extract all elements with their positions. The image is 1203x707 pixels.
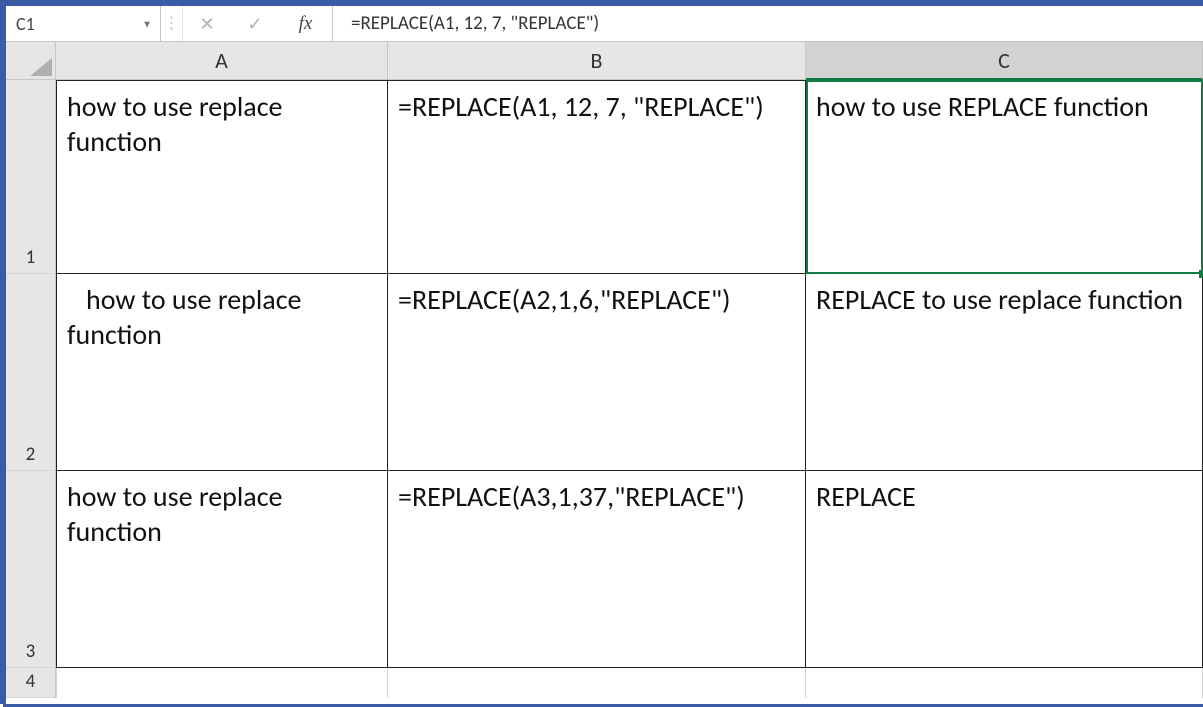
cell-B4[interactable] <box>388 668 806 698</box>
cell-value: how to use replace function <box>67 479 377 549</box>
column-header-label: C <box>998 47 1010 74</box>
column-header-C[interactable]: C <box>806 42 1203 80</box>
table-row: how to use replace function =REPLACE(A1,… <box>56 80 1203 274</box>
enter-button[interactable]: ✓ <box>231 6 279 41</box>
formula-input[interactable]: =REPLACE(A1, 12, 7, "REPLACE") <box>333 6 1203 41</box>
cell-B1[interactable]: =REPLACE(A1, 12, 7, "REPLACE") <box>388 80 806 274</box>
column-headers: A B C <box>56 42 1203 80</box>
column-header-label: B <box>591 47 603 74</box>
name-box-dropdown-icon[interactable]: ▼ <box>142 17 152 30</box>
cell-A2[interactable]: how to use replace function <box>56 274 388 471</box>
cell-value: how to use replace function <box>67 282 377 352</box>
cell-B3[interactable]: =REPLACE(A3,1,37,"REPLACE") <box>388 471 806 668</box>
cancel-icon: ✕ <box>199 13 214 35</box>
row-headers: 1 2 3 4 <box>6 80 56 698</box>
cell-C2[interactable]: REPLACE to use replace function <box>806 274 1203 471</box>
column-header-A[interactable]: A <box>56 42 388 80</box>
cell-value: how to use REPLACE function <box>816 89 1149 124</box>
formula-bar: C1 ▼ ⋮ ✕ ✓ fx =REPLACE(A1, 12, 7, "REPLA… <box>6 6 1203 42</box>
row-header-label: 4 <box>26 670 36 693</box>
formula-input-value: =REPLACE(A1, 12, 7, "REPLACE") <box>351 12 599 35</box>
cell-value: =REPLACE(A3,1,37,"REPLACE") <box>398 479 745 514</box>
cell-C3[interactable]: REPLACE <box>806 471 1203 668</box>
name-box-value: C1 <box>16 13 35 35</box>
column-header-label: A <box>215 47 228 74</box>
row-header-label: 3 <box>26 640 36 663</box>
cell-value: REPLACE to use replace function <box>816 282 1183 317</box>
enter-icon: ✓ <box>247 13 262 35</box>
cells-area: A B C how to use replace function =REPLA… <box>56 42 1203 704</box>
select-all-button[interactable] <box>6 42 56 80</box>
row-header-4[interactable]: 4 <box>6 668 56 698</box>
cell-value: =REPLACE(A2,1,6,"REPLACE") <box>398 282 731 317</box>
cell-value: REPLACE <box>816 479 916 514</box>
cell-value: =REPLACE(A1, 12, 7, "REPLACE") <box>398 89 764 124</box>
row-header-1[interactable]: 1 <box>6 80 56 274</box>
insert-function-button[interactable]: fx <box>279 6 333 41</box>
column-header-B[interactable]: B <box>388 42 806 80</box>
row-header-2[interactable]: 2 <box>6 274 56 471</box>
fx-icon: fx <box>299 13 313 35</box>
cell-C4[interactable] <box>806 668 1203 698</box>
cell-C1[interactable]: how to use REPLACE function <box>806 80 1203 274</box>
cell-B2[interactable]: =REPLACE(A2,1,6,"REPLACE") <box>388 274 806 471</box>
spreadsheet-grid: 1 2 3 4 A B C how to use replace functio… <box>6 42 1203 704</box>
name-box[interactable]: C1 ▼ <box>6 6 161 41</box>
cell-A1[interactable]: how to use replace function <box>56 80 388 274</box>
table-row <box>56 668 1203 698</box>
cell-A4[interactable] <box>56 668 388 698</box>
cell-A3[interactable]: how to use replace function <box>56 471 388 668</box>
row-header-label: 2 <box>26 443 36 466</box>
row-header-3[interactable]: 3 <box>6 471 56 668</box>
row-header-gutter: 1 2 3 4 <box>6 42 56 704</box>
cell-value: how to use replace function <box>67 89 377 159</box>
formula-bar-divider: ⋮ <box>161 6 183 41</box>
table-row: how to use replace function =REPLACE(A3,… <box>56 471 1203 668</box>
row-header-label: 1 <box>26 246 36 269</box>
cancel-button[interactable]: ✕ <box>183 6 231 41</box>
rows: how to use replace function =REPLACE(A1,… <box>56 80 1203 698</box>
table-row: how to use replace function =REPLACE(A2,… <box>56 274 1203 471</box>
